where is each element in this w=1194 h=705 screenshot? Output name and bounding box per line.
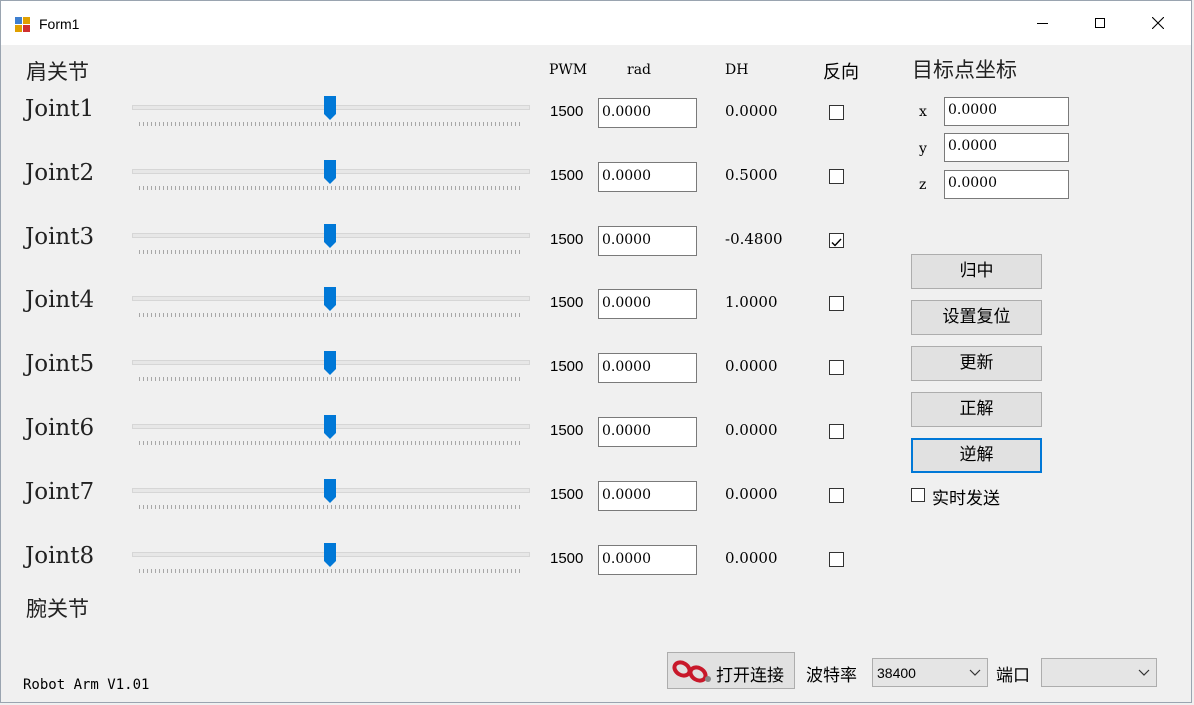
inverse-kinematics-button[interactable]: 逆解 bbox=[911, 438, 1042, 473]
joint-slider-ticks bbox=[139, 569, 523, 573]
joint-rad-input[interactable]: 0.0000 bbox=[598, 289, 697, 319]
joint-rad-input[interactable]: 0.0000 bbox=[598, 162, 697, 192]
joint-pwm-value: 1500 bbox=[550, 294, 584, 311]
close-button[interactable] bbox=[1135, 1, 1181, 45]
joint-label: Joint4 bbox=[25, 287, 95, 313]
joint-rad-input[interactable]: 0.0000 bbox=[598, 417, 697, 447]
joint-slider-thumb[interactable] bbox=[324, 160, 336, 184]
joint-label: Joint1 bbox=[25, 96, 95, 122]
joint-reverse-checkbox[interactable] bbox=[829, 169, 844, 184]
joint-pwm-value: 1500 bbox=[550, 422, 584, 439]
joint-slider-thumb[interactable] bbox=[324, 224, 336, 248]
joint-rad-input[interactable]: 0.0000 bbox=[598, 481, 697, 511]
chevron-down-icon bbox=[969, 669, 981, 676]
joint-dh-value: 0.5000 bbox=[725, 166, 778, 184]
joint-rad-input[interactable]: 0.0000 bbox=[598, 353, 697, 383]
realtime-send-checkbox[interactable] bbox=[911, 488, 925, 502]
joint-pwm-value: 1500 bbox=[550, 550, 584, 567]
baud-rate-select[interactable]: 38400 bbox=[872, 658, 988, 687]
joint-slider-ticks bbox=[139, 186, 523, 190]
pwm-column-header: PWM bbox=[549, 62, 588, 78]
joint-slider-thumb[interactable] bbox=[324, 287, 336, 311]
joint-dh-value: 0.0000 bbox=[725, 421, 778, 439]
link-icon bbox=[672, 660, 711, 683]
z-label: z bbox=[919, 177, 927, 193]
joint-slider-thumb[interactable] bbox=[324, 543, 336, 567]
joint-reverse-checkbox[interactable] bbox=[829, 105, 844, 120]
center-button[interactable]: 归中 bbox=[911, 254, 1042, 289]
chevron-down-icon bbox=[1138, 669, 1150, 676]
joint-pwm-value: 1500 bbox=[550, 167, 584, 184]
z-coordinate-input[interactable]: 0.0000 bbox=[944, 170, 1069, 199]
joint-slider-thumb[interactable] bbox=[324, 96, 336, 120]
maximize-icon bbox=[1095, 18, 1105, 28]
joint-label: Joint5 bbox=[25, 351, 95, 377]
joint-rad-input[interactable]: 0.0000 bbox=[598, 226, 697, 256]
forward-kinematics-button[interactable]: 正解 bbox=[911, 392, 1042, 427]
version-label: Robot Arm V1.01 bbox=[23, 677, 150, 693]
joint-reverse-checkbox[interactable] bbox=[829, 552, 844, 567]
port-label: 端口 bbox=[996, 666, 1030, 686]
joint-reverse-checkbox[interactable] bbox=[829, 233, 844, 248]
close-icon bbox=[1152, 17, 1164, 29]
y-label: y bbox=[919, 141, 927, 157]
minimize-icon bbox=[1036, 22, 1048, 24]
joint-pwm-value: 1500 bbox=[550, 103, 584, 120]
open-connection-button[interactable]: 打开连接 bbox=[667, 652, 795, 689]
joint-label: Joint6 bbox=[25, 415, 95, 441]
joint-dh-value: 1.0000 bbox=[725, 293, 778, 311]
joint-reverse-checkbox[interactable] bbox=[829, 360, 844, 375]
joint-label: Joint7 bbox=[25, 479, 95, 505]
joint-dh-value: 0.0000 bbox=[725, 357, 778, 375]
joint-label: Joint3 bbox=[25, 224, 95, 250]
baud-rate-label: 波特率 bbox=[806, 666, 857, 686]
joint-label: Joint8 bbox=[25, 543, 95, 569]
window-title: Form1 bbox=[39, 16, 80, 32]
open-connection-label: 打开连接 bbox=[716, 666, 784, 686]
realtime-send-label: 实时发送 bbox=[932, 489, 1000, 509]
rad-column-header: rad bbox=[627, 62, 652, 78]
x-coordinate-input[interactable]: 0.0000 bbox=[944, 97, 1069, 126]
joint-slider-ticks bbox=[139, 505, 523, 509]
joint-rad-input[interactable]: 0.0000 bbox=[598, 98, 697, 128]
minimize-button[interactable] bbox=[1019, 1, 1065, 45]
target-coords-title: 目标点坐标 bbox=[912, 58, 1017, 82]
maximize-button[interactable] bbox=[1077, 1, 1123, 45]
joint-pwm-value: 1500 bbox=[550, 358, 584, 375]
dh-column-header: DH bbox=[725, 62, 749, 78]
joint-slider-thumb[interactable] bbox=[324, 351, 336, 375]
main-window: Form1 肩关节 PWM rad DH 反向 Joint1 1500 0.0000… bbox=[0, 0, 1192, 703]
joint-pwm-value: 1500 bbox=[550, 486, 584, 503]
wrist-section-label: 腕关节 bbox=[26, 597, 89, 621]
joint-dh-value: 0.0000 bbox=[725, 485, 778, 503]
joint-pwm-value: 1500 bbox=[550, 231, 584, 248]
joint-reverse-checkbox[interactable] bbox=[829, 488, 844, 503]
title-bar: Form1 bbox=[1, 1, 1191, 45]
app-icon bbox=[15, 17, 31, 33]
joint-label: Joint2 bbox=[25, 160, 95, 186]
joint-reverse-checkbox[interactable] bbox=[829, 424, 844, 439]
baud-rate-value: 38400 bbox=[877, 665, 916, 681]
port-select[interactable] bbox=[1041, 658, 1157, 687]
joint-reverse-checkbox[interactable] bbox=[829, 296, 844, 311]
x-label: x bbox=[919, 104, 927, 120]
joint-slider-ticks bbox=[139, 313, 523, 317]
joint-slider-ticks bbox=[139, 250, 523, 254]
joint-dh-value: 0.0000 bbox=[725, 102, 778, 120]
shoulder-section-label: 肩关节 bbox=[26, 60, 89, 84]
reverse-column-header: 反向 bbox=[823, 62, 859, 83]
joint-dh-value: 0.0000 bbox=[725, 549, 778, 567]
set-reset-button[interactable]: 设置复位 bbox=[911, 300, 1042, 335]
joint-slider-ticks bbox=[139, 441, 523, 445]
joint-slider-ticks bbox=[139, 377, 523, 381]
joint-slider-thumb[interactable] bbox=[324, 415, 336, 439]
joint-slider-ticks bbox=[139, 122, 523, 126]
joint-dh-value: -0.4800 bbox=[725, 230, 783, 248]
y-coordinate-input[interactable]: 0.0000 bbox=[944, 133, 1069, 162]
update-button[interactable]: 更新 bbox=[911, 346, 1042, 381]
joint-slider-thumb[interactable] bbox=[324, 479, 336, 503]
joint-rad-input[interactable]: 0.0000 bbox=[598, 545, 697, 575]
